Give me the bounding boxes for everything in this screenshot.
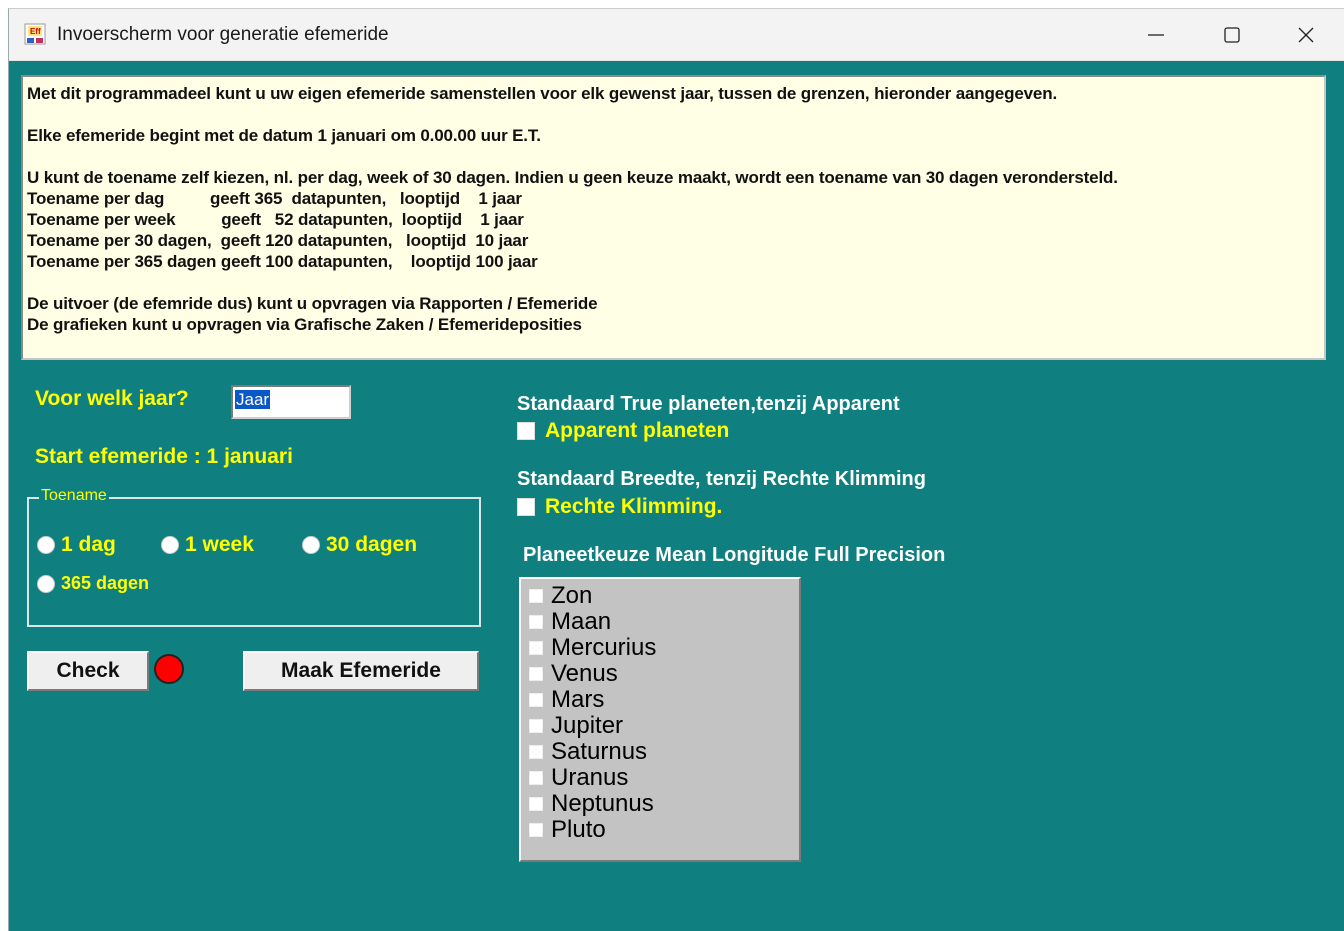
radio-label: 30 dagen: [326, 533, 418, 556]
checkbox-icon: [529, 719, 543, 733]
info-line: Elke efemeride begint met de datum 1 jan…: [27, 126, 541, 145]
info-panel: Met dit programmadeel kunt u uw eigen ef…: [21, 75, 1326, 360]
info-line: Toename per dag geeft 365 datapunten, lo…: [27, 189, 522, 208]
minimize-button[interactable]: [1121, 9, 1191, 61]
planet-name: Pluto: [551, 816, 606, 843]
year-input-value: Jaar: [235, 390, 271, 409]
info-line-spacer: [27, 272, 1324, 293]
planet-name: Zon: [551, 582, 593, 609]
rechte-klimming-checkbox[interactable]: Rechte Klimming.: [517, 495, 722, 519]
close-icon: [1298, 27, 1314, 43]
planet-item-neptunus[interactable]: Neptunus: [521, 791, 799, 817]
planet-name: Jupiter: [551, 712, 624, 739]
planet-choice-label: Planeetkeuze Mean Longitude Full Precisi…: [523, 544, 946, 566]
title-bar: Eff Invoerscherm voor generatie efemerid…: [9, 9, 1344, 61]
maximize-button[interactable]: [1197, 9, 1267, 61]
radio-365-dagen[interactable]: 365 dagen: [37, 573, 149, 594]
increment-group: Toename 1 dag 1 week 30 dagen 365 dagen: [27, 487, 481, 627]
planet-item-pluto[interactable]: Pluto: [521, 817, 799, 843]
planet-name: Saturnus: [551, 738, 648, 765]
radio-circle-icon: [37, 574, 55, 593]
planet-item-mars[interactable]: Mars: [521, 687, 799, 713]
planet-name: Mars: [551, 686, 605, 713]
status-indicator-icon: [154, 654, 184, 684]
checkbox-icon: [529, 797, 543, 811]
info-line: U kunt de toename zelf kiezen, nl. per d…: [27, 168, 1118, 187]
planet-name: Venus: [551, 660, 618, 687]
apparent-label: Apparent planeten: [545, 419, 730, 442]
planet-item-zon[interactable]: Zon: [521, 583, 799, 609]
checkbox-icon: [529, 823, 543, 837]
checkbox-icon: [517, 422, 535, 440]
checkbox-icon: [517, 498, 535, 516]
planet-item-saturnus[interactable]: Saturnus: [521, 739, 799, 765]
planet-item-uranus[interactable]: Uranus: [521, 765, 799, 791]
planet-name: Maan: [551, 608, 612, 635]
minimize-icon: [1148, 34, 1164, 36]
checkbox-icon: [529, 589, 543, 603]
checkbox-icon: [529, 693, 543, 707]
checkbox-icon: [529, 641, 543, 655]
breedte-label: Standaard Breedte, tenzij Rechte Klimmin…: [517, 468, 926, 490]
planet-name: Neptunus: [551, 790, 654, 817]
radio-1-dag[interactable]: 1 dag: [37, 533, 116, 557]
info-line: De uitvoer (de efemride dus) kunt u opvr…: [27, 294, 598, 313]
info-line: Toename per 30 dagen, geeft 120 datapunt…: [27, 231, 529, 250]
planet-name: Mercurius: [551, 634, 657, 661]
radio-1-week[interactable]: 1 week: [161, 533, 254, 557]
checkbox-icon: [529, 667, 543, 681]
planet-list: Zon Maan Mercurius Venus Mars Jupiter Sa…: [519, 577, 801, 862]
radio-label: 1 week: [185, 533, 254, 556]
rechte-klimming-label: Rechte Klimming.: [545, 495, 723, 518]
info-line: De grafieken kunt u opvragen via Grafisc…: [27, 315, 582, 334]
increment-group-title: Toename: [39, 487, 109, 505]
checkbox-icon: [529, 745, 543, 759]
checkbox-icon: [529, 771, 543, 785]
radio-30-dagen[interactable]: 30 dagen: [302, 533, 417, 557]
true-planets-label: Standaard True planeten,tenzij Apparent: [517, 393, 900, 415]
maximize-icon: [1224, 27, 1240, 43]
app-window: Eff Invoerscherm voor generatie efemerid…: [8, 8, 1344, 931]
radio-circle-icon: [161, 536, 179, 554]
year-input[interactable]: Jaar: [231, 385, 351, 419]
radio-label: 365 dagen: [61, 573, 150, 593]
planet-item-maan[interactable]: Maan: [521, 609, 799, 635]
svg-text:Eff: Eff: [30, 27, 41, 36]
checkbox-icon: [529, 615, 543, 629]
planet-item-jupiter[interactable]: Jupiter: [521, 713, 799, 739]
window-title: Invoerscherm voor generatie efemeride: [57, 24, 389, 45]
app-icon: Eff: [24, 23, 46, 45]
info-line-spacer: [27, 104, 1324, 125]
year-label: Voor welk jaar?: [35, 387, 189, 410]
check-button[interactable]: Check: [27, 651, 149, 691]
close-button[interactable]: [1271, 9, 1341, 61]
apparent-checkbox[interactable]: Apparent planeten: [517, 419, 729, 443]
info-line: Toename per week geeft 52 datapunten, lo…: [27, 210, 524, 229]
radio-circle-icon: [37, 536, 55, 554]
info-line-spacer: [27, 146, 1324, 167]
radio-label: 1 dag: [61, 533, 116, 556]
info-line: Toename per 365 dagen geeft 100 datapunt…: [27, 252, 538, 271]
planet-item-mercurius[interactable]: Mercurius: [521, 635, 799, 661]
planet-name: Uranus: [551, 764, 629, 791]
radio-circle-icon: [302, 536, 320, 554]
start-label: Start efemeride : 1 januari: [35, 445, 293, 468]
planet-item-venus[interactable]: Venus: [521, 661, 799, 687]
make-ephemeris-button[interactable]: Maak Efemeride: [243, 651, 479, 691]
info-line: Met dit programmadeel kunt u uw eigen ef…: [27, 84, 1058, 103]
